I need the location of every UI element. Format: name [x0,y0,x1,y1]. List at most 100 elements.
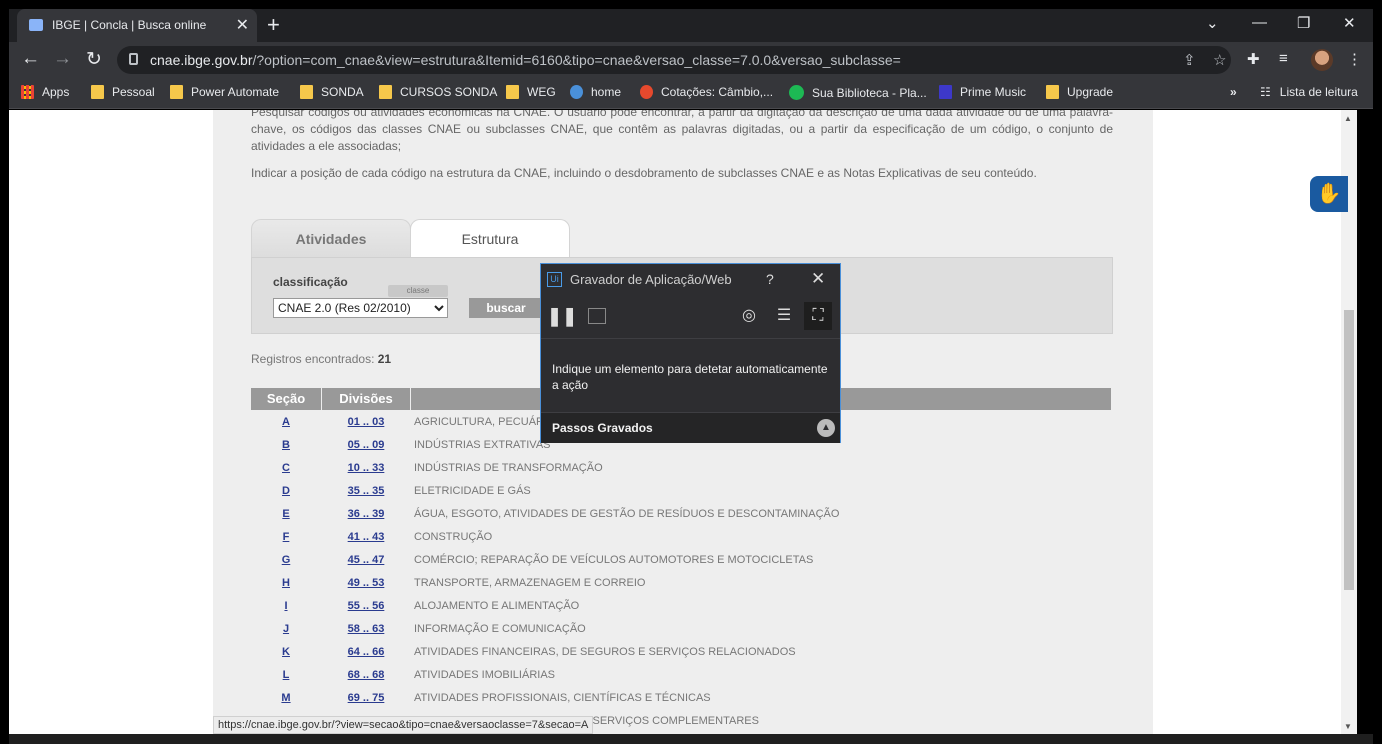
divisions-link[interactable]: 36 .. 39 [322,503,410,526]
recorder-header[interactable]: Ui Gravador de Aplicação/Web ? ✕ [541,264,840,295]
bookmarks-overflow-button[interactable]: » [1230,85,1237,99]
extensions-icon[interactable]: ✚ [1247,50,1260,68]
back-icon[interactable]: ← [21,48,40,70]
section-link[interactable]: A [251,411,321,434]
bookmark-power-automate[interactable]: Power Automate [170,85,279,99]
section-description: ATIVIDADES PROFISSIONAIS, CIENTÍFICAS E … [414,692,711,704]
save-icon[interactable] [583,302,611,330]
bookmark-cursos-sonda[interactable]: CURSOS SONDA [379,85,497,99]
address-bar[interactable]: cnae.ibge.gov.br/?option=com_cnae&view=e… [117,46,1231,74]
tab-atividades[interactable]: Atividades [251,219,411,259]
recorder-close-icon[interactable]: ✕ [811,269,825,289]
table-row: D 35 .. 35 ELETRICIDADE E GÁS [251,480,1111,503]
expand-chevron-icon[interactable]: ▲ [817,419,835,437]
section-link[interactable]: L [251,664,321,687]
divisions-link[interactable]: 68 .. 68 [322,664,410,687]
restore-button[interactable]: ❐ [1297,14,1310,32]
scroll-up-icon[interactable]: ▲ [1344,114,1352,123]
section-description: INDÚSTRIAS EXTRATIVAS [414,439,551,451]
screen-select-icon[interactable]: ⛶ [804,302,832,330]
home-link-icon [570,85,583,99]
divisions-link[interactable]: 10 .. 33 [322,457,410,480]
divisions-link[interactable]: 69 .. 75 [322,687,410,710]
forward-icon[interactable]: → [53,48,72,70]
address-url[interactable]: cnae.ibge.gov.br/?option=com_cnae&view=e… [150,52,901,68]
section-link[interactable]: G [251,549,321,572]
classification-select[interactable]: CNAE 2.0 (Res 02/2010) [273,298,448,318]
reload-icon[interactable]: ↻ [86,48,102,71]
bookmark-label: Prime Music [960,85,1027,99]
help-icon[interactable]: ? [766,271,774,287]
media-control-icon[interactable]: ≡ [1279,50,1288,67]
menu-icon[interactable]: ⋮ [1347,50,1362,68]
tab-search-icon[interactable]: ⌄ [1206,14,1219,32]
divisions-link[interactable]: 49 .. 53 [322,572,410,595]
section-link[interactable]: K [251,641,321,664]
vlibras-hand-icon[interactable]: ✋ [1310,176,1348,212]
records-found: Registros encontrados: 21 [251,352,391,366]
section-link[interactable]: I [251,595,321,618]
divisions-link[interactable]: 01 .. 03 [322,411,410,434]
reading-list-button[interactable]: ☷ Lista de leitura [1260,85,1358,99]
tab-estrutura[interactable]: Estrutura [410,219,570,259]
table-row: M 69 .. 75 ATIVIDADES PROFISSIONAIS, CIENT… [251,687,1111,710]
tab-close-icon[interactable]: ✕ [236,15,249,35]
section-link[interactable]: H [251,572,321,595]
share-icon[interactable]: ⇪ [1183,51,1196,69]
cotacoes-icon [640,85,653,99]
browser-tab[interactable]: IBGE | Concla | Busca online ✕ [17,9,257,42]
lock-icon[interactable] [129,53,138,65]
taskbar-strip [9,734,1373,744]
section-link[interactable]: B [251,434,321,457]
section-link[interactable]: D [251,480,321,503]
divisions-link[interactable]: 05 .. 09 [322,434,410,457]
new-tab-button[interactable]: + [267,12,280,38]
target-icon[interactable]: ◎ [735,302,763,330]
search-button[interactable]: buscar [469,298,543,318]
divisions-link[interactable]: 45 .. 47 [322,549,410,572]
bookmark-prime-music[interactable]: Prime Music [939,85,1026,99]
recorder-message: Indique um elemento para detetar automat… [552,362,828,392]
folder-icon [379,85,392,99]
bookmark-upgrade[interactable]: Upgrade [1046,85,1113,99]
section-link[interactable]: C [251,457,321,480]
divisions-link[interactable]: 55 .. 56 [322,595,410,618]
pause-icon[interactable]: ❚❚ [547,302,577,330]
section-link[interactable]: F [251,526,321,549]
section-description: TRANSPORTE, ARMAZENAGEM E CORREIO [414,577,646,589]
bookmark-weg[interactable]: WEG [506,85,556,99]
bookmark-spotify[interactable]: Sua Biblioteca - Pla... [789,85,927,100]
table-row: L 68 .. 68 ATIVIDADES IMOBILIÁRIAS [251,664,1111,687]
scrollbar-thumb[interactable] [1344,310,1354,590]
recorder-title: Gravador de Aplicação/Web [570,272,732,287]
section-description: ATIVIDADES FINANCEIRAS, DE SEGUROS E SER… [414,646,796,658]
table-row: F 41 .. 43 CONSTRUÇÃO [251,526,1111,549]
close-window-button[interactable]: ✕ [1343,14,1356,32]
bookmark-sonda[interactable]: SONDA [300,85,364,99]
spotify-icon [789,85,804,100]
divisions-link[interactable]: 58 .. 63 [322,618,410,641]
scroll-down-icon[interactable]: ▼ [1344,722,1352,731]
bookmark-label: CURSOS SONDA [400,85,498,99]
section-link[interactable]: J [251,618,321,641]
section-link[interactable]: E [251,503,321,526]
link-status-bar: https://cnae.ibge.gov.br/?view=secao&tip… [213,716,594,734]
checklist-icon[interactable]: ☰ [770,302,798,330]
table-row: K 64 .. 66 ATIVIDADES FINANCEIRAS, DE SEGU… [251,641,1111,664]
header-secao: Seção [251,388,321,410]
section-link[interactable]: M [251,687,321,710]
divisions-link[interactable]: 64 .. 66 [322,641,410,664]
profile-avatar[interactable] [1311,49,1333,71]
site-favicon-icon [29,19,43,31]
bookmark-apps[interactable]: Apps [21,85,69,99]
minimize-button[interactable]: — [1252,14,1267,31]
bookmark-cotacoes[interactable]: Cotações: Câmbio,... [640,85,773,99]
bookmark-home[interactable]: home [570,85,621,99]
bookmark-label: Apps [42,85,70,99]
records-label: Registros encontrados: [251,352,375,366]
divisions-link[interactable]: 35 .. 35 [322,480,410,503]
divisions-link[interactable]: 41 .. 43 [322,526,410,549]
bookmark-star-icon[interactable]: ☆ [1213,51,1226,69]
bookmark-pessoal[interactable]: Pessoal [91,85,155,99]
recorded-steps-bar[interactable]: Passos Gravados ▲ [541,412,840,443]
